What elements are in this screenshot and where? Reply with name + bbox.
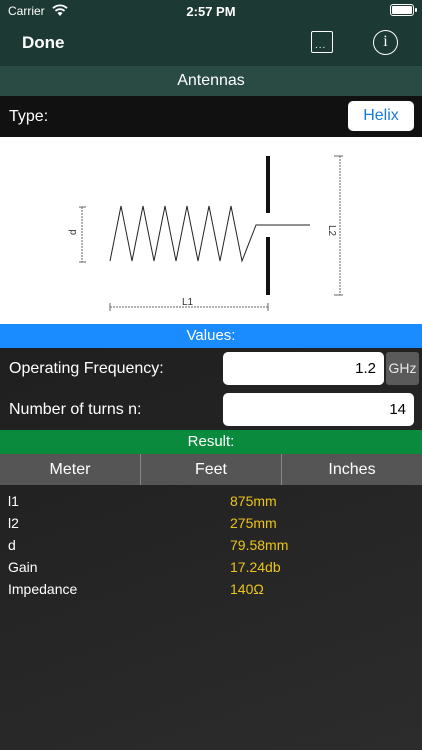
result-value: 875mm [230, 493, 277, 509]
result-key: Gain [8, 559, 38, 575]
page-title: Antennas [0, 66, 422, 96]
battery-cap [415, 8, 417, 12]
helix-coil [109, 205, 310, 263]
status-bar: Carrier 2:57 PM [0, 0, 422, 22]
result-key: l2 [8, 515, 19, 531]
status-time: 2:57 PM [186, 4, 236, 19]
more-icon[interactable]: ... [311, 31, 333, 53]
result-value: 140Ω [230, 581, 264, 597]
result-row: Gain 17.24db [0, 556, 422, 578]
frequency-input[interactable] [223, 352, 384, 385]
result-key: Impedance [8, 581, 78, 597]
result-header: Result: [0, 430, 422, 454]
results-list: l1 875mm l2 275mm d 79.58mm Gain 17.24db… [0, 490, 422, 600]
d-label: d [68, 229, 79, 235]
frequency-label: Operating Frequency: [9, 360, 164, 377]
frequency-unit-button[interactable]: GHz [386, 352, 419, 385]
result-value: 17.24db [230, 559, 281, 575]
result-value: 275mm [230, 515, 277, 531]
l2-label: L2 [326, 225, 337, 237]
helix-diagram-svg: d L1 L2 [68, 155, 343, 311]
result-key: d [8, 537, 16, 553]
battery-icon [390, 4, 414, 16]
app-screen: Carrier 2:57 PM Done ... i Antennas Type… [0, 0, 422, 750]
l1-label: L1 [182, 297, 194, 308]
type-row: Type: Helix [0, 96, 422, 137]
values-header: Values: [0, 324, 422, 348]
helix-diagram: d L1 L2 [0, 137, 422, 324]
turns-input[interactable] [223, 393, 414, 426]
tab-feet[interactable]: Feet [141, 454, 282, 485]
turns-row: Number of turns n: [0, 389, 422, 429]
type-label: Type: [9, 108, 49, 125]
unit-segmented-control: Meter Feet Inches [0, 454, 422, 485]
info-icon[interactable]: i [373, 30, 398, 55]
result-row: l2 275mm [0, 512, 422, 534]
tab-meter[interactable]: Meter [0, 454, 141, 485]
nav-header: Carrier 2:57 PM Done ... i [0, 0, 422, 66]
type-select-button[interactable]: Helix [348, 101, 414, 131]
result-row: l1 875mm [0, 490, 422, 512]
frequency-row: Operating Frequency: GHz [0, 348, 422, 388]
result-key: l1 [8, 493, 19, 509]
turns-label: Number of turns n: [9, 401, 142, 418]
more-icon-dots: ... [315, 40, 327, 51]
result-row: Impedance 140Ω [0, 578, 422, 600]
result-row: d 79.58mm [0, 534, 422, 556]
done-button[interactable]: Done [22, 33, 65, 53]
result-value: 79.58mm [230, 537, 289, 553]
tab-inches[interactable]: Inches [282, 454, 422, 485]
